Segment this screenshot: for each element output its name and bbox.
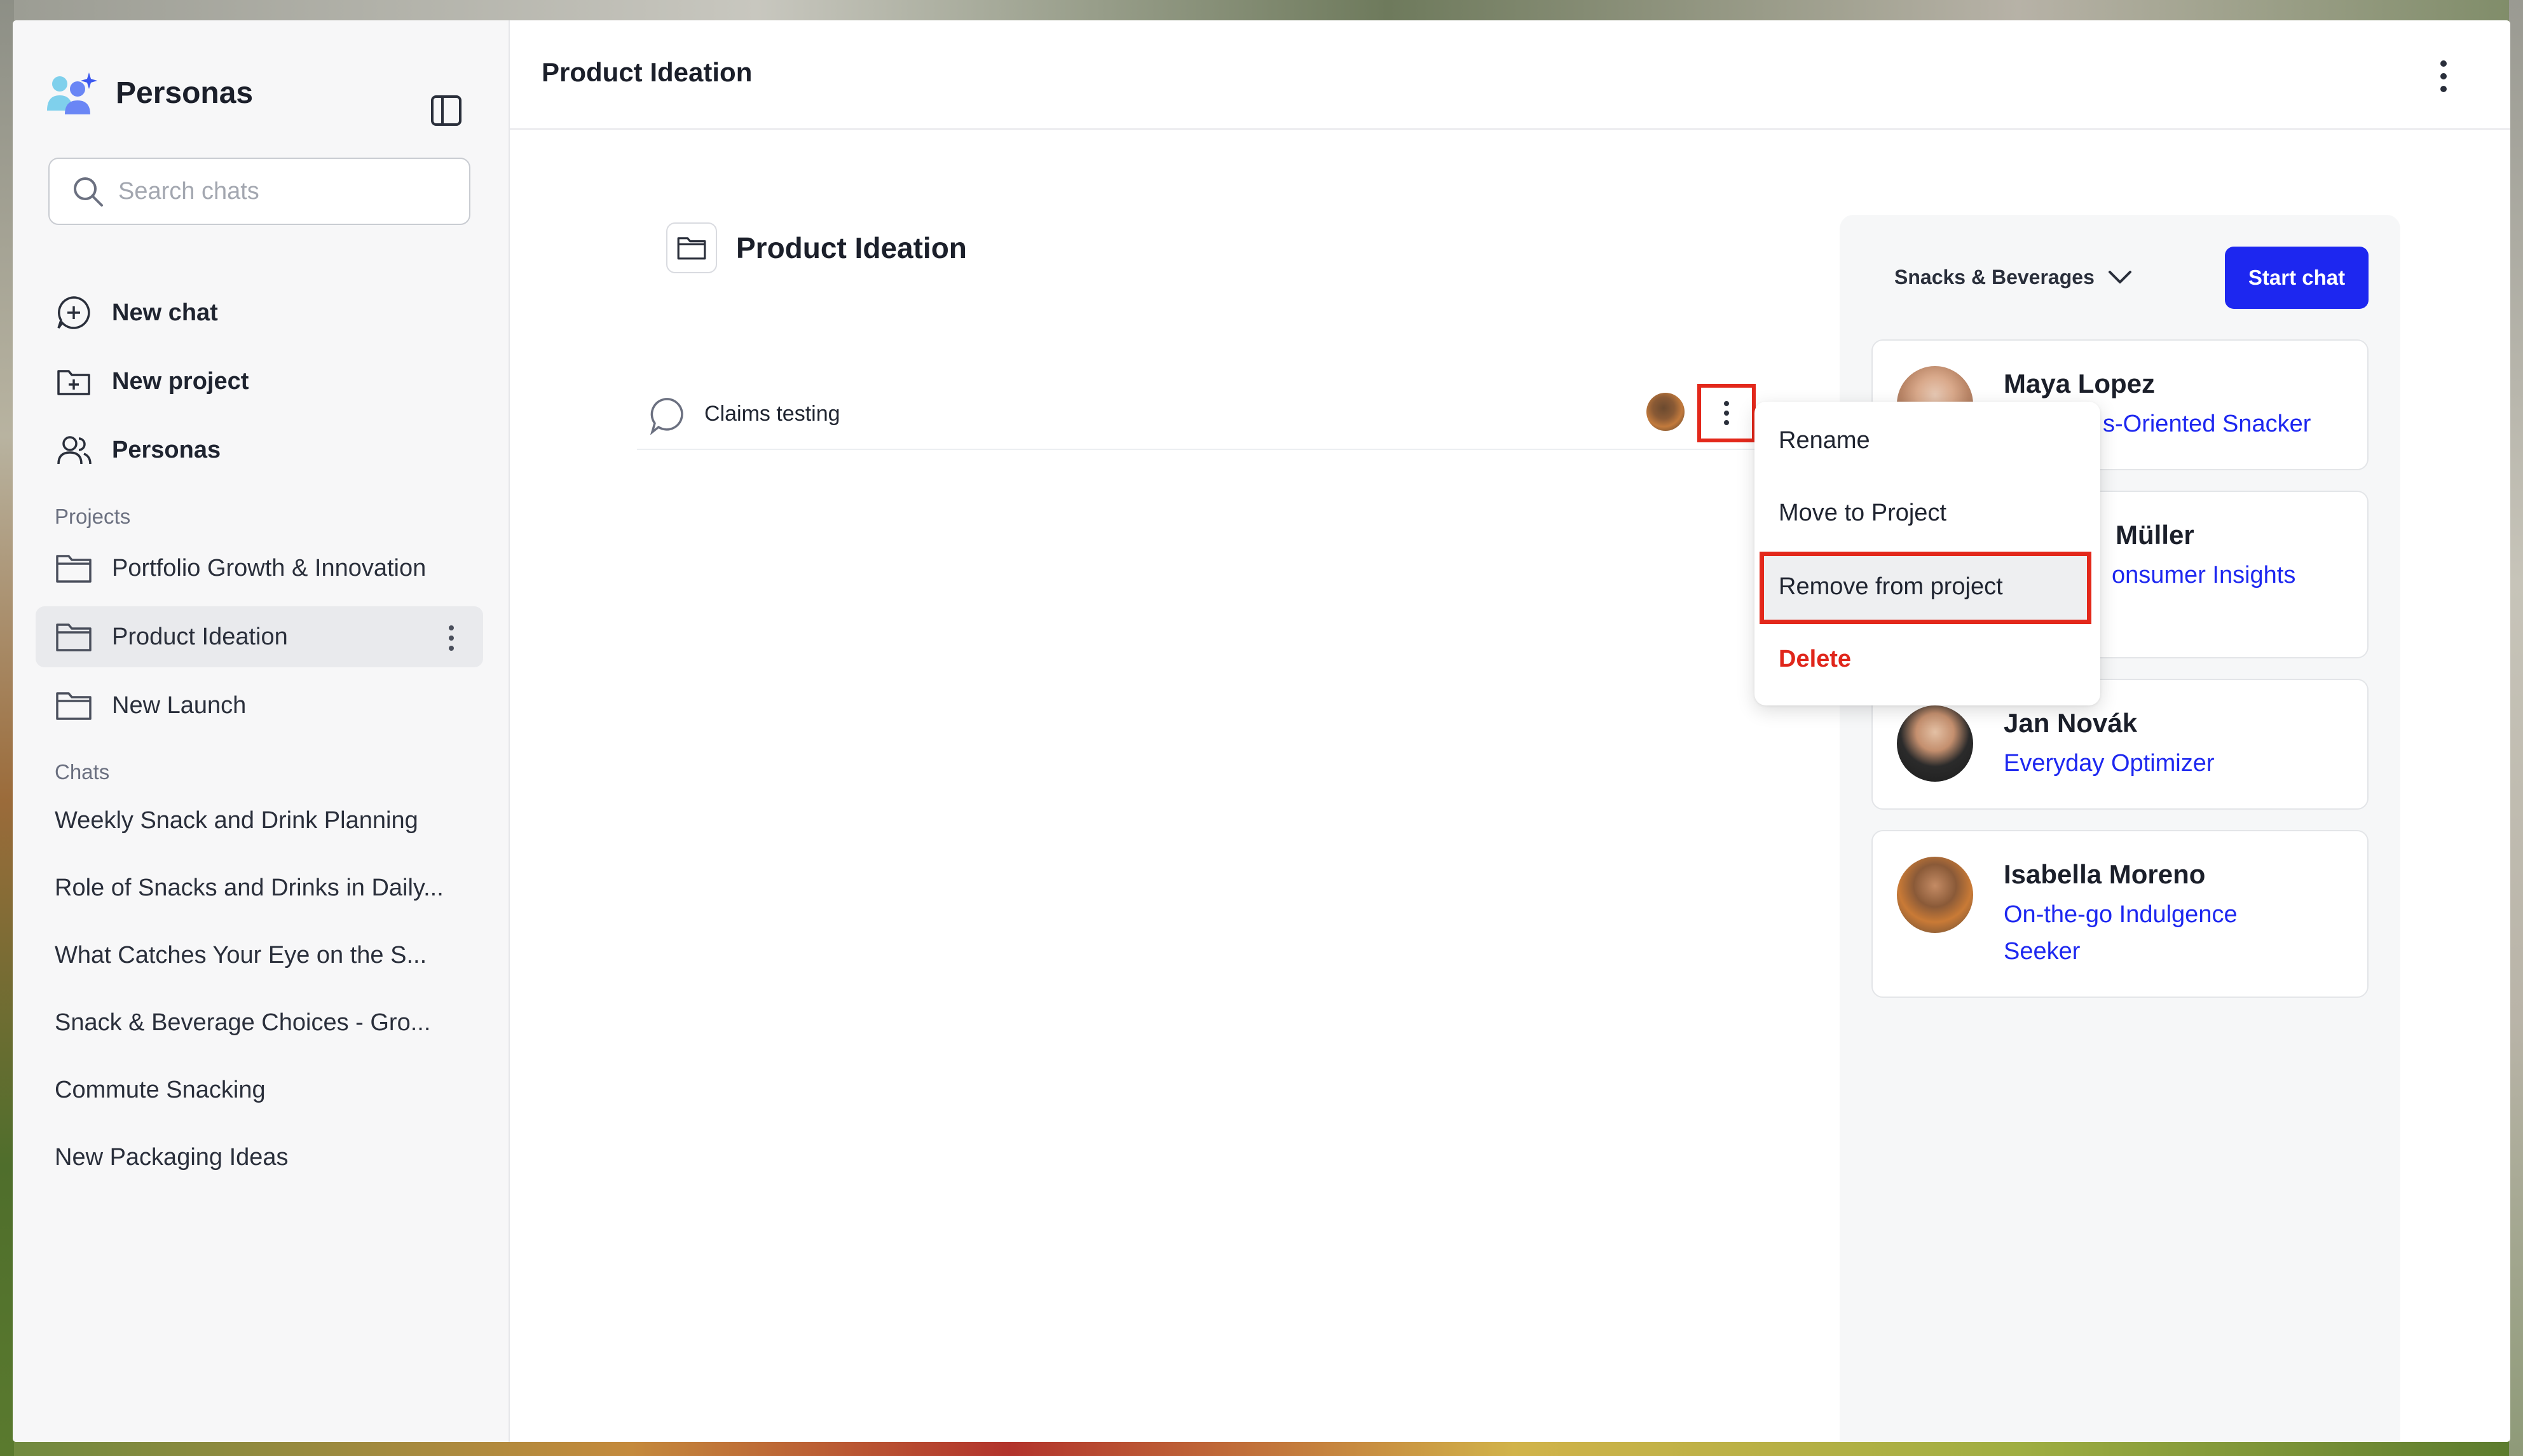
folder-icon [677,237,706,260]
project-folder-badge [666,222,717,273]
more-options-icon [1724,401,1729,425]
sidebar-project-label: New Launch [112,691,247,719]
avatar [1897,857,1973,933]
sidebar-toggle-icon[interactable] [427,92,465,130]
project-title: Product Ideation [736,231,967,264]
project-header: Product Ideation [666,222,967,273]
sidebar-project-label: Portfolio Growth & Innovation [112,554,427,582]
new-chat-label: New chat [112,299,218,326]
top-bar: Product Ideation [510,20,2510,130]
menu-item-delete[interactable]: Delete [1779,646,1851,673]
page-title: Product Ideation [542,57,753,87]
new-project-icon [57,370,90,395]
sidebar-project-new-launch[interactable]: New Launch [36,675,483,736]
persona-card[interactable]: Isabella Moreno On-the-go Indulgence See… [1871,830,2369,998]
segment-dropdown[interactable]: Snacks & Beverages [1894,266,2134,289]
background-left [0,0,14,1456]
header-more-icon[interactable] [2437,56,2450,97]
search-input[interactable] [118,177,449,205]
background-right [2509,0,2523,1456]
new-project-label: New project [112,367,249,395]
sidebar-chat-item[interactable]: Role of Snacks and Drinks in Daily... [55,874,444,902]
sidebar-project-product-ideation[interactable]: Product Ideation [36,606,483,667]
sidebar-chat-item[interactable]: Snack & Beverage Choices - Gro... [55,1009,430,1037]
persona-panel: Snacks & Beverages Start chat Maya Lopez… [1840,215,2400,1442]
persona-role: onsumer Insights [2112,562,2296,589]
menu-item-remove-from-project[interactable]: Remove from project [1779,573,2003,601]
chat-context-menu: Rename Move to Project Remove from proje… [1754,402,2100,705]
menu-item-move-to-project[interactable]: Move to Project [1779,500,1946,527]
app-title: Personas [116,76,254,110]
persona-role: On-the-go Indulgence Seeker [2004,901,2238,965]
chevron-down-icon [2108,270,2131,283]
new-project-button[interactable]: New project [55,362,249,400]
project-chat-row[interactable]: Claims testing [637,384,1756,450]
chat-bubble-icon [650,398,683,435]
personas-logo-icon [47,72,97,114]
people-icon [57,436,92,465]
personas-nav-button[interactable]: Personas [55,431,221,469]
personas-nav-label: Personas [112,436,221,463]
app-window: Personas New chat [13,20,2510,1442]
brand[interactable]: Personas [44,70,253,116]
persona-name: Isabella Moreno [2004,859,2206,889]
sidebar-project-label: Product Ideation [112,623,288,650]
new-chat-button[interactable]: New chat [55,294,218,332]
folder-icon [56,692,92,720]
folder-icon [56,555,92,583]
main-content: Product Ideation Product Ideation Claims… [510,20,2510,1442]
start-chat-button[interactable]: Start chat [2225,247,2369,309]
sidebar: Personas New chat [13,20,510,1442]
search-box[interactable] [48,158,470,225]
chats-section-label: Chats [55,760,110,784]
search-icon [74,177,103,207]
chat-name: Claims testing [704,402,840,426]
sidebar-chat-item[interactable]: What Catches Your Eye on the S... [55,942,427,969]
folder-icon [56,623,92,651]
sidebar-chat-item[interactable]: New Packaging Ideas [55,1144,289,1171]
persona-role: s-Oriented Snacker [2103,411,2311,437]
sidebar-chat-item[interactable]: Commute Snacking [55,1077,266,1104]
sidebar-chat-item[interactable]: Weekly Snack and Drink Planning [55,807,418,834]
segment-label: Snacks & Beverages [1894,266,2095,289]
chat-options-button[interactable] [1697,384,1756,442]
avatar [1897,705,1973,782]
menu-item-rename[interactable]: Rename [1779,427,1870,454]
sidebar-project-portfolio-growth[interactable]: Portfolio Growth & Innovation [36,538,483,599]
persona-name: Jan Novák [2004,708,2138,738]
persona-name: Maya Lopez [2004,369,2156,398]
chat-persona-avatar [1646,393,1685,431]
persona-name: Müller [2116,520,2194,550]
new-chat-icon [57,296,90,329]
projects-section-label: Projects [55,505,131,528]
persona-role: Everyday Optimizer [2004,750,2215,777]
more-options-icon[interactable] [445,624,458,652]
